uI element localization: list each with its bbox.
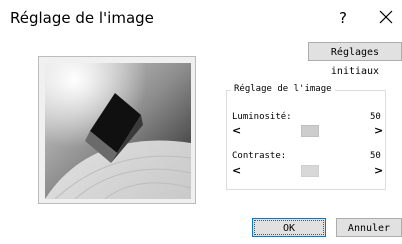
dialog-title: Réglage de l'image xyxy=(10,9,154,27)
ok-button[interactable]: OK xyxy=(252,218,326,237)
close-icon[interactable] xyxy=(376,7,396,27)
chevron-left-icon[interactable]: < xyxy=(232,124,241,137)
brightness-thumb[interactable] xyxy=(301,125,319,137)
image-adjust-dialog: Réglage de l'image ? Réglages initiaux R… xyxy=(0,0,402,244)
help-button[interactable]: ? xyxy=(334,9,352,27)
chevron-left-icon[interactable]: < xyxy=(232,164,241,177)
cancel-button[interactable]: Annuler xyxy=(336,218,402,237)
image-preview xyxy=(38,56,196,204)
contrast-label: Contraste: xyxy=(232,151,287,161)
adjust-group-label: Réglage de l'image xyxy=(231,84,335,94)
brightness-label: Luminosité: xyxy=(232,112,292,122)
brightness-value: 50 xyxy=(370,112,381,122)
contrast-thumb[interactable] xyxy=(301,165,319,177)
chevron-right-icon[interactable]: > xyxy=(374,124,383,137)
contrast-value: 50 xyxy=(370,151,381,161)
title-bar: Réglage de l'image ? xyxy=(0,0,402,38)
chevron-right-icon[interactable]: > xyxy=(374,164,383,177)
brightness-slider[interactable] xyxy=(248,125,372,139)
reset-button[interactable]: Réglages initiaux xyxy=(308,42,402,77)
contrast-slider[interactable] xyxy=(248,165,372,179)
